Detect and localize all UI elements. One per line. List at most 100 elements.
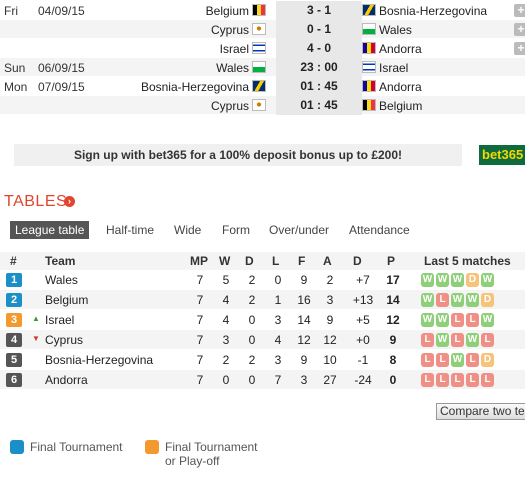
form-result[interactable]: L — [466, 313, 479, 327]
stat-w: 4 — [222, 293, 230, 307]
form-result[interactable]: W — [481, 273, 494, 287]
arrow-right-icon[interactable]: › — [64, 196, 75, 207]
table-row[interactable]: 4 ▼ Cyprus 7 3 0 4 12 12 +0 9 L W L W L — [0, 330, 525, 350]
tab-over-under[interactable]: Over/under — [269, 221, 329, 239]
team-name[interactable]: Wales — [45, 273, 78, 287]
away-team[interactable]: Andorra — [379, 80, 422, 94]
expand-icon[interactable]: + — [514, 23, 525, 36]
israel-flag-icon — [362, 61, 376, 73]
table-row[interactable]: 2 Belgium 7 4 2 1 16 3 +13 14 W L W W D — [0, 290, 525, 310]
team-name[interactable]: Andorra — [45, 373, 88, 387]
tab-attendance[interactable]: Attendance — [349, 221, 410, 239]
fixture-row[interactable]: Fri 04/09/15 Belgium 3 - 1 Bosnia-Herzegovin… — [0, 1, 525, 20]
promo-banner[interactable]: Sign up with bet365 for a 100% deposit b… — [14, 144, 462, 166]
match-score[interactable]: 23 : 00 — [276, 58, 362, 77]
expand-icon[interactable]: + — [514, 42, 525, 55]
form-result[interactable]: L — [481, 333, 494, 347]
form-result[interactable]: W — [481, 313, 494, 327]
form-result[interactable]: L — [436, 373, 449, 387]
team-name[interactable]: Belgium — [45, 293, 88, 307]
form-result[interactable]: L — [466, 373, 479, 387]
wales-flag-icon — [252, 61, 266, 73]
home-team[interactable]: Cyprus — [211, 23, 249, 37]
away-team[interactable]: Andorra — [379, 42, 422, 56]
stat-p: 12 — [386, 313, 400, 327]
fixture-row[interactable]: Cyprus 01 : 45 Belgium — [0, 96, 525, 115]
home-team[interactable]: Belgium — [206, 4, 249, 18]
away-team[interactable]: Bosnia-Herzegovina — [379, 4, 487, 18]
fixture-row[interactable]: Israel 4 - 0 Andorra + — [0, 39, 525, 58]
team-name[interactable]: Bosnia-Herzegovina — [45, 353, 153, 367]
stat-p: 0 — [389, 373, 397, 387]
form-result[interactable]: L — [451, 333, 464, 347]
form-result[interactable]: W — [421, 293, 434, 307]
cyprus-flag-icon — [252, 99, 266, 111]
away-team[interactable]: Belgium — [379, 99, 422, 113]
form-result[interactable]: W — [421, 313, 434, 327]
match-score[interactable]: 01 : 45 — [276, 77, 362, 96]
compare-teams-button[interactable]: Compare two teams — [436, 403, 525, 420]
form-result[interactable]: D — [481, 353, 494, 367]
fixture-row[interactable]: Cyprus 0 - 1 Wales + — [0, 20, 525, 39]
form-result[interactable]: W — [436, 273, 449, 287]
form-result[interactable]: L — [466, 353, 479, 367]
home-team[interactable]: Cyprus — [211, 99, 249, 113]
table-row[interactable]: 3 ▲ Israel 7 4 0 3 14 9 +5 12 W W L L W — [0, 310, 525, 330]
away-team[interactable]: Wales — [379, 23, 412, 37]
form-result[interactable]: W — [466, 293, 479, 307]
form-result[interactable]: L — [421, 353, 434, 367]
tab-form[interactable]: Form — [222, 221, 250, 239]
match-score[interactable]: 3 - 1 — [276, 1, 362, 20]
away-team[interactable]: Israel — [379, 61, 408, 75]
table-row[interactable]: 6 Andorra 7 0 0 7 3 27 -24 0 L L L L L — [0, 370, 525, 390]
col-points: P — [387, 254, 396, 268]
form-result[interactable]: L — [451, 373, 464, 387]
table-row[interactable]: 5 Bosnia-Herzegovina 7 2 2 3 9 10 -1 8 L L W L D — [0, 350, 525, 370]
form-result[interactable]: W — [466, 333, 479, 347]
stat-diff: -1 — [357, 353, 369, 367]
form-result[interactable]: L — [421, 333, 434, 347]
table-row[interactable]: 1 Wales 7 5 2 0 9 2 +7 17 W W W D W — [0, 270, 525, 290]
home-team[interactable]: Bosnia-Herzegovina — [141, 80, 249, 94]
form-result[interactable]: W — [451, 353, 464, 367]
form-result[interactable]: L — [436, 293, 449, 307]
expand-icon[interactable]: + — [514, 4, 525, 17]
rank-badge: 5 — [6, 353, 22, 367]
home-team[interactable]: Israel — [220, 42, 249, 56]
cyprus-flag-icon — [252, 23, 266, 35]
match-score[interactable]: 01 : 45 — [276, 96, 362, 115]
fixture-row[interactable]: Mon 07/09/15 Bosnia-Herzegovina 01 : 45 Ando… — [0, 77, 525, 96]
stat-a: 27 — [323, 373, 337, 387]
stat-mp: 7 — [196, 373, 204, 387]
match-score[interactable]: 0 - 1 — [276, 20, 362, 39]
stat-p: 8 — [389, 353, 397, 367]
form-result[interactable]: W — [451, 293, 464, 307]
form-result[interactable]: W — [436, 313, 449, 327]
stat-diff: +5 — [356, 313, 370, 327]
form-result[interactable]: W — [421, 273, 434, 287]
stat-a: 3 — [326, 293, 334, 307]
tab-half-time[interactable]: Half-time — [106, 221, 154, 239]
legend-swatch-playoff — [145, 440, 159, 454]
home-team[interactable]: Wales — [216, 61, 249, 75]
tab-league-table[interactable]: League table — [10, 221, 90, 239]
form-result[interactable]: L — [421, 373, 434, 387]
form-result[interactable]: L — [481, 373, 494, 387]
team-name[interactable]: Israel — [45, 313, 74, 327]
form-result[interactable]: D — [481, 293, 494, 307]
col-a: A — [323, 254, 332, 268]
rank-badge: 1 — [6, 273, 22, 287]
match-score[interactable]: 4 - 0 — [276, 39, 362, 58]
form-result[interactable]: W — [436, 333, 449, 347]
tab-wide[interactable]: Wide — [174, 221, 201, 239]
form-result[interactable]: L — [436, 353, 449, 367]
belgium-flag-icon — [362, 99, 376, 111]
form-result[interactable]: L — [451, 313, 464, 327]
andorra-flag-icon — [362, 42, 376, 54]
team-name[interactable]: Cyprus — [45, 333, 83, 347]
bet365-logo[interactable]: bet365 — [479, 145, 525, 165]
form-result[interactable]: D — [466, 273, 479, 287]
stat-w: 4 — [222, 313, 230, 327]
fixture-row[interactable]: Sun 06/09/15 Wales 23 : 00 Israel — [0, 58, 525, 77]
form-result[interactable]: W — [451, 273, 464, 287]
